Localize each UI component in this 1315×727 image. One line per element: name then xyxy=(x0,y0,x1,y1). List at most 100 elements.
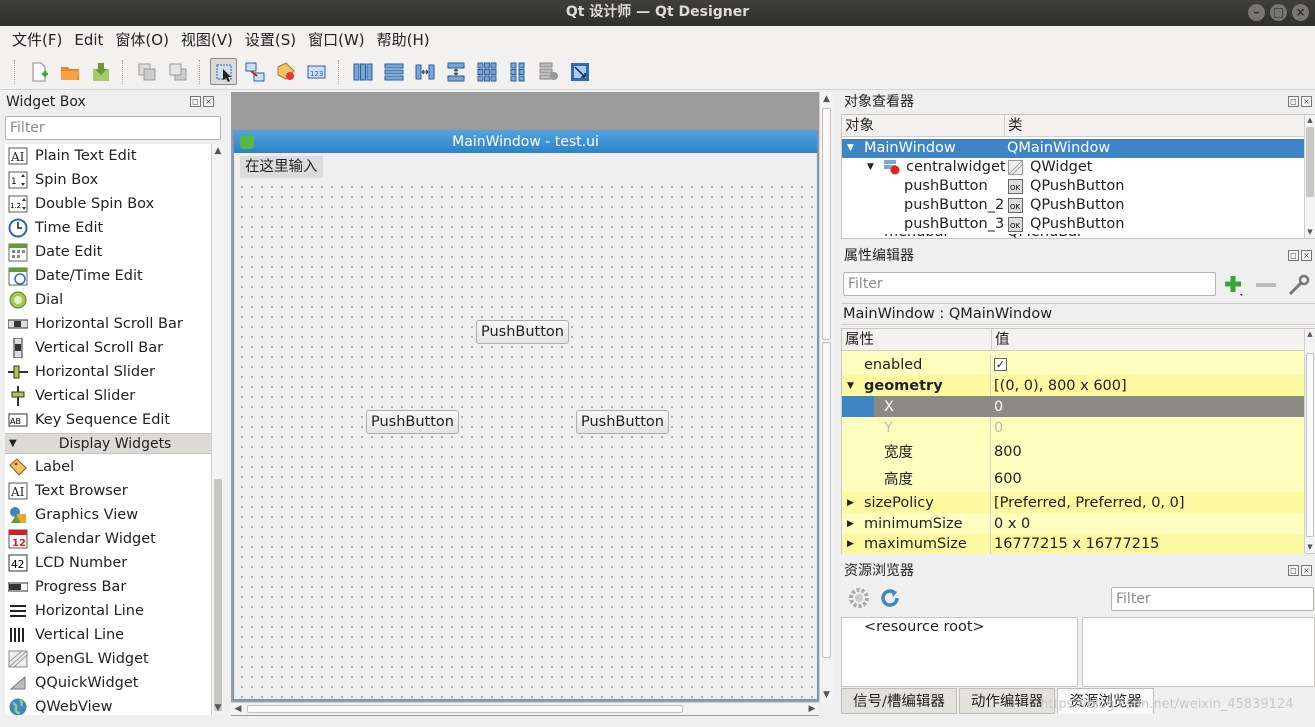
remove-property-icon[interactable] xyxy=(1254,272,1278,298)
property-row-sizepolicy[interactable]: ▶ sizePolicy [Preferred, Preferred, 0, 0] xyxy=(842,492,1305,513)
mdi-vertical-scrollbar[interactable]: ▲ ▼ xyxy=(819,92,833,702)
edit-buddies-icon[interactable] xyxy=(272,58,299,85)
expand-arrow-icon[interactable]: ▼ xyxy=(842,381,864,391)
layout-vertical-icon[interactable] xyxy=(380,58,407,85)
widget-item-plain-text-edit[interactable]: AI Plain Text Edit xyxy=(5,144,211,168)
edit-widgets-icon[interactable] xyxy=(210,58,237,85)
type-here-menu[interactable]: 在这里输入 xyxy=(240,156,323,178)
tree-row-mainwindow[interactable]: ▼ MainWindow QMainWindow xyxy=(842,139,1306,158)
expand-arrow-icon[interactable]: ▶ xyxy=(842,539,864,549)
object-inspector-scrollbar[interactable]: ▲ ▼ xyxy=(1304,115,1315,238)
maximize-button[interactable]: □ xyxy=(1270,4,1287,21)
dock-close-icon[interactable]: × xyxy=(1301,250,1312,261)
adjust-size-icon[interactable] xyxy=(566,58,593,85)
toolbar-handle[interactable] xyxy=(14,59,17,84)
dock-close-icon[interactable]: × xyxy=(203,96,214,107)
layout-vertical-splitter-icon[interactable] xyxy=(442,58,469,85)
widget-item-horizontal-scroll-bar[interactable]: Horizontal Scroll Bar xyxy=(5,312,211,336)
form-canvas-grid[interactable]: PushButton PushButton PushButton xyxy=(234,179,817,699)
widget-item-text-browser[interactable]: AI Text Browser xyxy=(5,479,211,503)
column-value[interactable]: 值 xyxy=(991,329,1010,351)
widget-item-graphics-view[interactable]: Graphics View xyxy=(5,503,211,527)
property-row-minimumsize[interactable]: ▶ minimumSize 0 x 0 xyxy=(842,513,1305,534)
widget-item-qquickwidget[interactable]: QQuickWidget xyxy=(5,671,211,695)
property-row-x[interactable]: X 0 xyxy=(842,396,1305,417)
scroll-thumb[interactable] xyxy=(1306,127,1314,197)
dock-float-icon[interactable]: ◻ xyxy=(1288,96,1299,107)
layout-horizontal-icon[interactable] xyxy=(349,58,376,85)
widget-item-qwebview[interactable]: QWebView xyxy=(5,695,211,715)
property-row-enabled[interactable]: enabled ✓ xyxy=(842,354,1305,375)
open-file-icon[interactable] xyxy=(56,58,83,85)
scroll-thumb[interactable] xyxy=(822,108,831,340)
minimize-button[interactable]: – xyxy=(1248,4,1265,21)
tree-row-pushbutton[interactable]: pushButton OK QPushButton xyxy=(842,177,1306,196)
tree-row-pushbutton-2[interactable]: pushButton_2 OK QPushButton xyxy=(842,196,1306,215)
widget-item-horizontal-line[interactable]: Horizontal Line xyxy=(5,599,211,623)
resource-filter-input[interactable]: Filter xyxy=(1111,587,1314,611)
dock-close-icon[interactable]: × xyxy=(1301,96,1312,107)
push-button-3[interactable]: PushButton xyxy=(576,410,669,434)
widget-item-dial[interactable]: Dial xyxy=(5,288,211,312)
tab-signal-slot-editor[interactable]: 信号/槽编辑器 xyxy=(841,688,957,714)
scroll-down-icon[interactable]: ▼ xyxy=(820,688,833,702)
close-button[interactable]: × xyxy=(1292,4,1309,21)
column-property[interactable]: 属性 xyxy=(845,329,874,351)
settings-gear-icon[interactable] xyxy=(847,586,871,610)
configure-wrench-icon[interactable] xyxy=(1286,272,1312,298)
widget-item-lcd-number[interactable]: 42 LCD Number xyxy=(5,551,211,575)
reload-icon[interactable] xyxy=(878,586,902,610)
dock-float-icon[interactable]: ◻ xyxy=(190,96,201,107)
dock-float-icon[interactable]: ◻ xyxy=(1288,565,1299,576)
edit-signals-icon[interactable] xyxy=(241,58,268,85)
widget-item-date-edit[interactable]: Date Edit xyxy=(5,240,211,264)
widget-category-display[interactable]: ▼ Display Widgets xyxy=(5,433,211,454)
widget-item-label[interactable]: Label xyxy=(5,455,211,479)
scroll-down-icon[interactable]: ▼ xyxy=(1305,227,1315,238)
widget-item-vertical-scroll-bar[interactable]: Vertical Scroll Bar xyxy=(5,336,211,360)
scroll-up-icon[interactable]: ▲ xyxy=(820,92,833,106)
scroll-thumb[interactable] xyxy=(214,479,222,711)
menu-window[interactable]: 窗口(W) xyxy=(302,27,371,53)
widget-item-time-edit[interactable]: Time Edit xyxy=(5,216,211,240)
widget-box-filter-input[interactable]: Filter xyxy=(5,116,221,140)
scroll-thumb[interactable] xyxy=(1306,353,1314,537)
save-file-icon[interactable] xyxy=(87,58,114,85)
send-back-icon[interactable] xyxy=(133,58,160,85)
scroll-up-icon[interactable]: ▲ xyxy=(1305,115,1315,126)
scroll-left-icon[interactable]: ◀ xyxy=(231,703,245,715)
push-button-2[interactable]: PushButton xyxy=(366,410,459,434)
widget-item-key-sequence-edit[interactable]: AB Key Sequence Edit xyxy=(5,408,211,432)
layout-form-icon[interactable] xyxy=(504,58,531,85)
form-window[interactable]: MainWindow - test.ui 在这里输入 PushButton Pu… xyxy=(233,130,818,700)
scroll-thumb-lower[interactable] xyxy=(822,342,831,658)
tree-row-pushbutton-3[interactable]: pushButton_3 OK QPushButton xyxy=(842,215,1306,234)
menu-help[interactable]: 帮助(H) xyxy=(371,27,436,53)
menu-settings[interactable]: 设置(S) xyxy=(239,27,302,53)
property-row-width[interactable]: 宽度 800 xyxy=(842,438,1305,465)
scroll-up-icon[interactable]: ▲ xyxy=(212,144,224,158)
new-file-icon[interactable] xyxy=(25,58,52,85)
scroll-right-icon[interactable]: ▶ xyxy=(805,703,819,715)
widget-item-calendar-widget[interactable]: 12 Calendar Widget xyxy=(5,527,211,551)
property-row-geometry[interactable]: ▼ geometry [(0, 0), 800 x 600] xyxy=(842,375,1305,396)
dock-close-icon[interactable]: × xyxy=(1301,565,1312,576)
widget-item-vertical-line[interactable]: Vertical Line xyxy=(5,623,211,647)
push-button-1[interactable]: PushButton xyxy=(476,320,569,344)
property-row-y[interactable]: Y 0 xyxy=(842,417,1305,438)
widget-item-vertical-slider[interactable]: Vertical Slider xyxy=(5,384,211,408)
menu-file[interactable]: 文件(F) xyxy=(6,27,68,53)
layout-horizontal-splitter-icon[interactable] xyxy=(411,58,438,85)
expand-arrow-icon[interactable]: ▶ xyxy=(842,498,864,508)
expand-arrow-icon[interactable]: ▼ xyxy=(847,139,854,158)
tree-row-centralwidget[interactable]: ▼ centralwidget QWidget xyxy=(842,158,1306,177)
tree-row-menubar[interactable]: menubar QMenuBar xyxy=(842,234,1306,239)
expand-arrow-icon[interactable]: ▼ xyxy=(867,158,874,177)
edit-tab-order-icon[interactable]: 123 xyxy=(303,58,330,85)
widget-item-progress-bar[interactable]: Progress Bar xyxy=(5,575,211,599)
column-class[interactable]: 类 xyxy=(1004,115,1023,137)
bring-front-icon[interactable] xyxy=(164,58,191,85)
property-filter-input[interactable]: Filter xyxy=(843,272,1216,296)
widget-item-horizontal-slider[interactable]: Horizontal Slider xyxy=(5,360,211,384)
break-layout-icon[interactable] xyxy=(535,58,562,85)
